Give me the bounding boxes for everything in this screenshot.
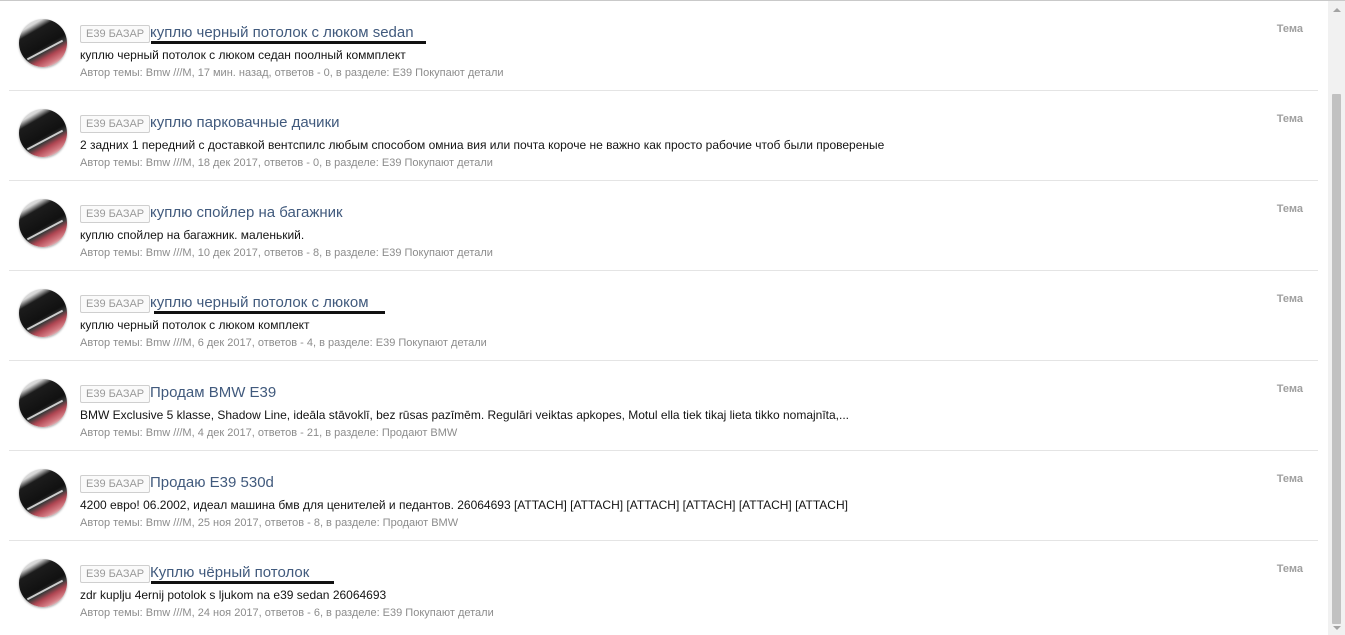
- thread-snippet: 2 задних 1 передний с доставкой вентспил…: [80, 138, 885, 152]
- content-type-label: Тема: [1276, 203, 1303, 215]
- content-type-label: Тема: [1276, 113, 1303, 125]
- thread-meta: Автор темы: Bmw ///M, 25 ноя 2017, ответ…: [80, 517, 459, 529]
- thread-snippet: 4200 евро! 06.2002, идеал машина бмв для…: [80, 498, 848, 512]
- thread-snippet: zdr kuplju 4ernij potolok s ljukom na e3…: [80, 588, 387, 602]
- thread-list: E39 БАЗАР куплю черный потолок с люком s…: [9, 1, 1318, 630]
- scroll-up-arrow-icon[interactable]: [1328, 1, 1345, 18]
- content-type-label: Тема: [1276, 383, 1303, 395]
- thread-row: E39 БАЗАР куплю черный потолок с люком к…: [9, 271, 1318, 361]
- thread-snippet: BMW Exclusive 5 klasse, Shadow Line, ide…: [80, 408, 850, 422]
- thread-title-link[interactable]: Куплю чёрный потолок: [150, 563, 309, 583]
- avatar[interactable]: [19, 199, 67, 247]
- thread-row: E39 БАЗАР Продам BMW E39 BMW Exclusive 5…: [9, 361, 1318, 451]
- annotation-underline: [151, 41, 426, 44]
- thread-meta: Автор темы: Bmw ///M, 4 дек 2017, ответо…: [80, 427, 458, 439]
- content-type-label: Тема: [1276, 563, 1303, 575]
- avatar[interactable]: [19, 379, 67, 427]
- thread-row: E39 БАЗАР Куплю чёрный потолок zdr kuplj…: [9, 541, 1318, 630]
- thread-prefix-badge[interactable]: E39 БАЗАР: [80, 115, 151, 133]
- content-type-label: Тема: [1276, 23, 1303, 35]
- content-type-label: Тема: [1276, 473, 1303, 485]
- thread-row: E39 БАЗАР куплю спойлер на багажник купл…: [9, 181, 1318, 271]
- avatar[interactable]: [19, 559, 67, 607]
- thread-snippet: куплю черный потолок с люком седан поолн…: [80, 48, 406, 62]
- avatar[interactable]: [19, 469, 67, 517]
- thread-prefix-badge[interactable]: E39 БАЗАР: [80, 295, 151, 313]
- vertical-scrollbar[interactable]: [1328, 1, 1345, 635]
- thread-prefix-badge[interactable]: E39 БАЗАР: [80, 205, 151, 223]
- annotation-underline: [151, 581, 334, 584]
- thread-meta: Автор темы: Bmw ///M, 10 дек 2017, ответ…: [80, 247, 493, 259]
- thread-prefix-badge[interactable]: E39 БАЗАР: [80, 475, 151, 493]
- thread-prefix-badge[interactable]: E39 БАЗАР: [80, 385, 151, 403]
- thread-meta: Автор темы: Bmw ///M, 6 дек 2017, ответо…: [80, 337, 487, 349]
- avatar[interactable]: [19, 109, 67, 157]
- thread-snippet: куплю спойлер на багажник. маленький.: [80, 228, 305, 242]
- scrollbar-thumb[interactable]: [1332, 94, 1341, 624]
- avatar[interactable]: [19, 289, 67, 337]
- annotation-underline: [154, 311, 385, 314]
- search-results-page: E39 БАЗАР куплю черный потолок с люком s…: [0, 0, 1345, 635]
- thread-title-link[interactable]: куплю черный потолок с люком sedan: [150, 23, 414, 43]
- thread-meta: Автор темы: Bmw ///M, 24 ноя 2017, ответ…: [80, 607, 494, 619]
- thread-title-link[interactable]: куплю черный потолок с люком: [150, 293, 369, 313]
- thread-row: E39 БАЗАР куплю черный потолок с люком s…: [9, 1, 1318, 91]
- scroll-down-arrow-icon[interactable]: [1328, 619, 1345, 635]
- thread-title-link[interactable]: Продаю E39 530d: [150, 473, 274, 493]
- thread-meta: Автор темы: Bmw ///M, 17 мин. назад, отв…: [80, 67, 504, 79]
- thread-title-link[interactable]: Продам BMW E39: [150, 383, 276, 403]
- thread-snippet: куплю черный потолок с люком комплект: [80, 318, 310, 332]
- thread-row: E39 БАЗАР Продаю E39 530d 4200 евро! 06.…: [9, 451, 1318, 541]
- content-type-label: Тема: [1276, 293, 1303, 305]
- thread-title-link[interactable]: куплю спойлер на багажник: [150, 203, 343, 223]
- thread-meta: Автор темы: Bmw ///M, 18 дек 2017, ответ…: [80, 157, 493, 169]
- thread-prefix-badge[interactable]: E39 БАЗАР: [80, 25, 151, 43]
- thread-title-link[interactable]: куплю парковачные дачики: [150, 113, 340, 133]
- thread-row: E39 БАЗАР куплю парковачные дачики 2 зад…: [9, 91, 1318, 181]
- avatar[interactable]: [19, 19, 67, 67]
- thread-prefix-badge[interactable]: E39 БАЗАР: [80, 565, 151, 583]
